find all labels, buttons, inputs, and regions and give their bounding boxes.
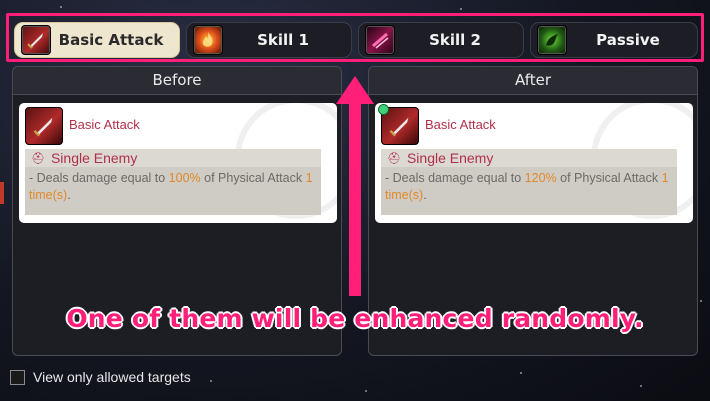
desc-text: - Deals damage equal to	[29, 171, 169, 185]
skill-card: Basic Attack ⛑ Single Enemy - Deals dama…	[375, 103, 693, 223]
damage-percent: 120%	[524, 171, 557, 185]
tabs-highlight-frame	[6, 13, 704, 62]
target-label: Single Enemy	[406, 150, 494, 166]
desc-text: .	[423, 188, 427, 202]
skill-description: - Deals damage equal to 100% of Physical…	[25, 167, 321, 204]
target-row: ⛑ Single Enemy	[381, 149, 677, 167]
desc-text: .	[67, 188, 71, 202]
skill-card: Basic Attack ⛑ Single Enemy - Deals dama…	[19, 103, 337, 223]
sword-icon	[378, 104, 419, 145]
panel-header: Before	[13, 67, 341, 95]
damage-percent: 100%	[168, 171, 201, 185]
target-label: Single Enemy	[50, 150, 138, 166]
skill-name: Basic Attack	[69, 117, 140, 132]
arrow-shaft	[349, 100, 361, 296]
skill-body: ⛑ Single Enemy - Deals damage equal to 1…	[381, 149, 677, 215]
view-only-toggle[interactable]: View only allowed targets	[10, 369, 191, 385]
sword-icon	[25, 107, 63, 145]
skill-name: Basic Attack	[425, 117, 496, 132]
desc-text: of Physical Attack	[556, 171, 662, 185]
annotation-caption: One of them will be enhanced randomly.	[66, 304, 644, 333]
view-only-checkbox[interactable]	[10, 369, 25, 385]
skill-body: ⛑ Single Enemy - Deals damage equal to 1…	[25, 149, 321, 215]
desc-text: of Physical Attack	[200, 171, 306, 185]
skill-description: - Deals damage equal to 120% of Physical…	[381, 167, 677, 204]
target-icon: ⛑	[31, 152, 45, 165]
panel-header: After	[369, 67, 697, 95]
new-indicator-icon	[378, 104, 389, 115]
target-icon: ⛑	[387, 152, 401, 165]
side-indicator	[0, 182, 4, 204]
desc-text: - Deals damage equal to	[385, 171, 525, 185]
view-only-label: View only allowed targets	[33, 369, 191, 385]
target-row: ⛑ Single Enemy	[25, 149, 321, 167]
